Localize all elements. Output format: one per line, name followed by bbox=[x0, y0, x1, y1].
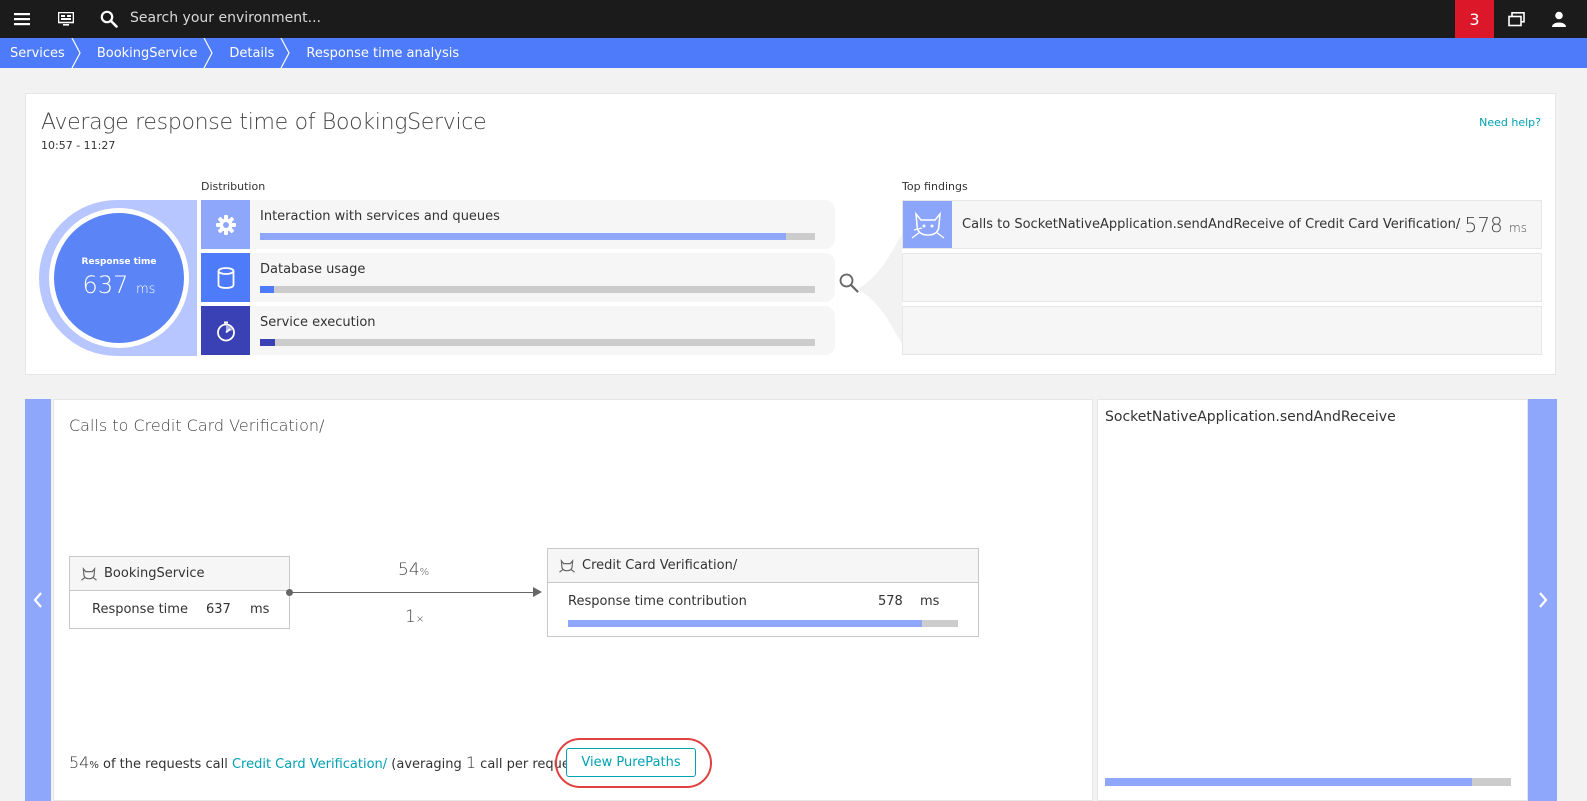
previous-arrow-button[interactable] bbox=[25, 399, 51, 801]
node-header: BookingService bbox=[70, 557, 289, 591]
top-findings-label: Top findings bbox=[902, 180, 968, 193]
summary-text: (averaging bbox=[391, 757, 462, 772]
breadcrumb-label: Services bbox=[10, 45, 65, 61]
target-node-name: Credit Card Verification/ bbox=[582, 558, 738, 573]
calls-panel-title: Calls to Credit Card Verification/ bbox=[69, 416, 325, 435]
summary-avg: 1 bbox=[465, 753, 477, 772]
connection-count-unit: × bbox=[415, 614, 425, 625]
connection-count-value: 1 bbox=[405, 607, 416, 627]
chevron-left-icon bbox=[33, 592, 42, 608]
distribution-label-services: Interaction with services and queues bbox=[260, 209, 500, 224]
top-finding-label: Calls to SocketNativeApplication.sendAnd… bbox=[962, 217, 1461, 232]
connection-percent-value: 54 bbox=[398, 560, 420, 580]
search-icon[interactable] bbox=[96, 0, 122, 38]
method-detail-bar-fill bbox=[1105, 778, 1473, 786]
menu-icon[interactable] bbox=[8, 0, 36, 38]
distribution-bar-fill bbox=[260, 286, 274, 293]
source-metric-label: Response time bbox=[92, 602, 188, 617]
breadcrumb-item-details[interactable]: Details bbox=[211, 38, 291, 68]
source-metric-value: 637 bbox=[206, 602, 231, 617]
gauge-center: Response time 637 ms bbox=[54, 213, 184, 343]
tomcat-icon bbox=[559, 558, 575, 573]
target-node[interactable]: Credit Card Verification/ Response time … bbox=[547, 548, 979, 637]
calls-panel: Calls to Credit Card Verification/ Booki… bbox=[53, 399, 1093, 801]
response-time-gauge: Response time 637 ms bbox=[39, 200, 197, 356]
source-metric-unit: ms bbox=[250, 602, 270, 617]
target-metric-unit: ms bbox=[920, 594, 940, 609]
gauge-value: 637 ms bbox=[54, 271, 184, 299]
top-bar: 3 bbox=[0, 0, 1587, 38]
top-finding-value: 578 ms bbox=[1465, 213, 1528, 237]
dashboard-icon[interactable] bbox=[52, 0, 80, 38]
tomcat-icon bbox=[81, 566, 97, 581]
target-contribution-bar bbox=[568, 620, 958, 627]
distribution-bar-fill bbox=[260, 339, 275, 346]
gauge-number: 637 bbox=[82, 271, 129, 299]
connection-arrow-icon bbox=[533, 587, 542, 597]
calls-summary: 54% of the requests call Credit Card Ver… bbox=[69, 753, 587, 772]
need-help-link[interactable]: Need help? bbox=[1479, 116, 1541, 129]
target-metric-label: Response time contribution bbox=[568, 594, 747, 609]
top-finding-empty-row bbox=[902, 306, 1542, 355]
breadcrumb: Services BookingService Details Response… bbox=[0, 38, 1587, 68]
method-detail-title: SocketNativeApplication.sendAndReceive bbox=[1105, 409, 1396, 425]
notification-badge[interactable]: 3 bbox=[1455, 0, 1494, 38]
source-node-name: BookingService bbox=[104, 566, 205, 581]
summary-percent: 54 bbox=[69, 753, 90, 772]
tomcat-icon bbox=[903, 201, 952, 248]
connection-percent-unit: % bbox=[419, 567, 430, 578]
breadcrumb-item-response-time-analysis: Response time analysis bbox=[288, 38, 473, 68]
search-input[interactable] bbox=[120, 4, 720, 32]
target-contribution-fill bbox=[568, 620, 922, 627]
top-finding-empty-row bbox=[902, 253, 1542, 302]
top-finding-row[interactable]: Calls to SocketNativeApplication.sendAnd… bbox=[902, 200, 1542, 249]
distribution-bar-services bbox=[260, 233, 815, 240]
source-node[interactable]: BookingService Response time 637 ms bbox=[69, 556, 290, 629]
distribution-label-execution: Service execution bbox=[260, 315, 376, 330]
summary-text: of the requests call bbox=[103, 757, 228, 772]
magnifier-icon bbox=[838, 272, 860, 298]
distribution-bar-fill bbox=[260, 233, 787, 240]
breadcrumb-label: Response time analysis bbox=[306, 45, 460, 61]
distribution-row-database[interactable]: Database usage bbox=[201, 253, 835, 302]
breadcrumb-item-bookingservice[interactable]: BookingService bbox=[79, 38, 214, 68]
distribution-label-database: Database usage bbox=[260, 262, 366, 277]
windows-icon[interactable] bbox=[1503, 0, 1529, 38]
top-finding-number: 578 bbox=[1464, 213, 1503, 237]
page-title: Average response time of BookingService bbox=[41, 110, 487, 135]
connection-count: 1× bbox=[405, 607, 424, 627]
distribution-row-services[interactable]: Interaction with services and queues bbox=[201, 200, 835, 249]
connection-line bbox=[290, 592, 539, 593]
method-detail-panel: SocketNativeApplication.sendAndReceive bbox=[1097, 399, 1528, 801]
database-icon bbox=[201, 253, 250, 302]
breadcrumb-label: Details bbox=[229, 45, 275, 61]
funnel-connector bbox=[858, 234, 902, 348]
user-icon[interactable] bbox=[1548, 0, 1570, 38]
gear-icon bbox=[201, 200, 250, 249]
distribution-row-execution[interactable]: Service execution bbox=[201, 306, 835, 355]
breadcrumb-label: BookingService bbox=[96, 45, 198, 61]
top-finding-unit: ms bbox=[1509, 221, 1527, 235]
gauge-label: Response time bbox=[81, 257, 157, 267]
connection-percent: 54% bbox=[398, 560, 429, 580]
summary-service-link[interactable]: Credit Card Verification/ bbox=[232, 757, 387, 772]
timeframe-label: 10:57 - 11:27 bbox=[41, 139, 116, 152]
stopwatch-icon bbox=[201, 306, 250, 355]
target-metric-value: 578 bbox=[878, 594, 903, 609]
gauge-unit: ms bbox=[136, 282, 156, 297]
next-arrow-button[interactable] bbox=[1528, 399, 1557, 801]
distribution-label: Distribution bbox=[201, 180, 266, 193]
node-header: Credit Card Verification/ bbox=[548, 549, 978, 583]
breadcrumb-item-services[interactable]: Services bbox=[0, 38, 81, 68]
chevron-right-icon bbox=[1538, 592, 1547, 608]
view-purepaths-button[interactable]: View PurePaths bbox=[566, 748, 696, 777]
response-time-card: Average response time of BookingService … bbox=[25, 93, 1556, 375]
method-detail-bar bbox=[1105, 778, 1511, 786]
distribution-bar-execution bbox=[260, 339, 815, 346]
connection-dot bbox=[286, 589, 293, 596]
summary-percent-unit: % bbox=[89, 760, 99, 771]
distribution-bar-database bbox=[260, 286, 815, 293]
